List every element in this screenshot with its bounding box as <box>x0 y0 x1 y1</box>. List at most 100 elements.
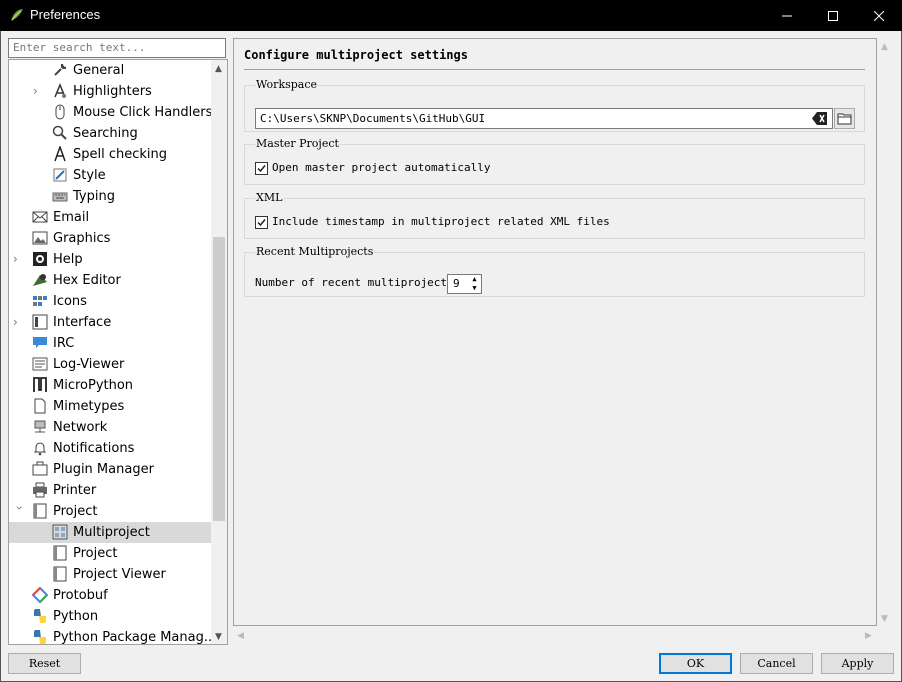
chat-icon <box>33 337 47 348</box>
workspace-path-input[interactable]: C:\Users\SKNP\Documents\GitHub\GUI <box>255 108 833 129</box>
tree-item-label: Highlighters <box>73 84 152 99</box>
settings-panel: Configure multiproject settings Workspac… <box>233 38 877 626</box>
tree-item-label: MicroPython <box>53 378 134 393</box>
checkmark-icon <box>257 165 266 173</box>
tree-item-python-package-manager[interactable]: Python Package Manag... <box>9 627 216 644</box>
panel-scroll-up-icon[interactable]: ▲ <box>881 42 888 52</box>
tree-item-micropython[interactable]: MicroPython <box>9 375 211 396</box>
reset-button[interactable]: Reset <box>8 653 81 674</box>
network-icon <box>34 420 46 433</box>
tree-item-typing[interactable]: Typing <box>9 186 211 207</box>
wrench-icon <box>54 63 67 76</box>
tree-item-label: Mouse Click Handlers <box>73 105 213 120</box>
envelope-icon <box>32 211 48 223</box>
tree-item-label: Style <box>73 168 106 183</box>
tree-item-searching[interactable]: Searching <box>9 123 211 144</box>
tree-item-protobuf[interactable]: Protobuf <box>9 585 211 606</box>
preferences-tree[interactable]: General › Highlighters Mouse Click Handl… <box>8 59 228 645</box>
tree-item-label: Notifications <box>53 441 135 456</box>
tree-item-printer[interactable]: Printer <box>9 480 211 501</box>
scroll-up-icon[interactable]: ▲ <box>215 64 222 74</box>
page-title: Configure multiproject settings <box>244 48 468 62</box>
tree-item-label: Icons <box>53 294 87 309</box>
tree-scrollbar[interactable]: ▲ ▼ <box>211 60 227 644</box>
recent-count-spinbox[interactable]: 9 ▲ ▼ <box>447 274 482 294</box>
include-timestamp-checkbox[interactable] <box>255 216 268 229</box>
tree-item-project-viewer[interactable]: Project Viewer <box>9 564 211 585</box>
log-icon <box>32 357 48 371</box>
scroll-right-icon[interactable]: ▶ <box>865 631 872 641</box>
tree-item-label: Graphics <box>53 231 111 246</box>
icons-icon <box>33 296 47 306</box>
tree-item-plugin-manager[interactable]: Plugin Manager <box>9 459 211 480</box>
tree-item-hex-editor[interactable]: Hex Editor <box>9 270 211 291</box>
tree-item-label: Spell checking <box>73 147 168 162</box>
cancel-button[interactable]: Cancel <box>740 653 813 674</box>
apply-button[interactable]: Apply <box>821 653 894 674</box>
folder-icon <box>837 113 852 125</box>
highlighter-icon <box>54 83 66 98</box>
tree-item-highlighters[interactable]: › Highlighters <box>9 81 211 102</box>
tree-item-label: Hex Editor <box>53 273 121 288</box>
project-icon <box>33 503 47 519</box>
divider <box>244 69 865 70</box>
magnifier-icon <box>52 125 67 140</box>
tree-item-irc[interactable]: IRC <box>9 333 211 354</box>
tree-item-style[interactable]: Style <box>9 165 211 186</box>
search-input[interactable]: Enter search text... <box>8 38 226 58</box>
close-button[interactable] <box>856 0 902 31</box>
tree-item-multiproject[interactable]: Multiproject <box>9 522 211 543</box>
tree-item-label: General <box>73 63 125 78</box>
tree-item-mouse-click-handlers[interactable]: Mouse Click Handlers <box>9 102 213 123</box>
tree-item-mimetypes[interactable]: Mimetypes <box>9 396 211 417</box>
scroll-down-icon[interactable]: ▼ <box>215 632 222 642</box>
spin-down-icon[interactable]: ▼ <box>469 284 480 293</box>
group-title: XML <box>255 191 284 204</box>
scrollbar-thumb[interactable] <box>213 237 225 521</box>
tree-item-python[interactable]: Python <box>9 606 211 627</box>
chevron-right-icon[interactable]: › <box>33 81 45 102</box>
tree-item-log-viewer[interactable]: Log-Viewer <box>9 354 211 375</box>
spin-up-icon[interactable]: ▲ <box>469 275 480 284</box>
maximize-button[interactable] <box>810 0 856 31</box>
panel-scroll-down-icon[interactable]: ▼ <box>881 614 888 624</box>
style-icon <box>53 168 67 182</box>
minimize-button[interactable] <box>764 0 810 31</box>
panel-horizontal-scrollbar[interactable]: ◀ ▶ <box>233 628 877 645</box>
multiproject-icon <box>52 524 68 540</box>
tree-item-label: Email <box>53 210 90 225</box>
mouse-icon <box>55 104 65 120</box>
chevron-right-icon[interactable]: › <box>13 312 25 333</box>
project-viewer-icon <box>53 566 67 582</box>
tree-item-general[interactable]: General <box>9 60 211 81</box>
master-project-group: Master Project Open master project autom… <box>244 137 865 185</box>
tree-item-label: Multiproject <box>73 525 150 540</box>
tree-item-interface[interactable]: › Interface <box>9 312 211 333</box>
ok-button[interactable]: OK <box>659 653 732 674</box>
browse-folder-button[interactable] <box>834 108 855 129</box>
printer-icon <box>33 482 47 498</box>
chevron-right-icon[interactable]: › <box>13 249 25 270</box>
tree-item-label: Project Viewer <box>73 567 166 582</box>
tree-item-email[interactable]: Email <box>9 207 211 228</box>
workspace-path-value: C:\Users\SKNP\Documents\GitHub\GUI <box>260 112 486 125</box>
tree-item-label: Python Package Manag... <box>53 630 217 645</box>
tree-item-help[interactable]: › Help <box>9 249 211 270</box>
tree-item-project-sub[interactable]: Project <box>9 543 211 564</box>
tree-item-network[interactable]: Network <box>9 417 211 438</box>
scroll-left-icon[interactable]: ◀ <box>237 631 244 641</box>
tree-item-notifications[interactable]: Notifications <box>9 438 211 459</box>
title-bar: Preferences <box>0 0 902 31</box>
clear-icon[interactable] <box>812 111 828 126</box>
project-icon <box>53 545 67 561</box>
tree-item-icons[interactable]: Icons <box>9 291 211 312</box>
checkmark-icon <box>257 219 266 227</box>
python-icon <box>34 609 46 623</box>
protobuf-icon <box>32 587 48 603</box>
tree-item-label: Plugin Manager <box>53 462 154 477</box>
open-master-project-checkbox[interactable] <box>255 162 268 175</box>
tree-item-spell-checking[interactable]: Spell checking <box>9 144 211 165</box>
tree-item-project[interactable]: › Project <box>9 501 211 522</box>
tree-item-graphics[interactable]: Graphics <box>9 228 211 249</box>
chevron-down-icon[interactable]: › <box>9 506 30 518</box>
